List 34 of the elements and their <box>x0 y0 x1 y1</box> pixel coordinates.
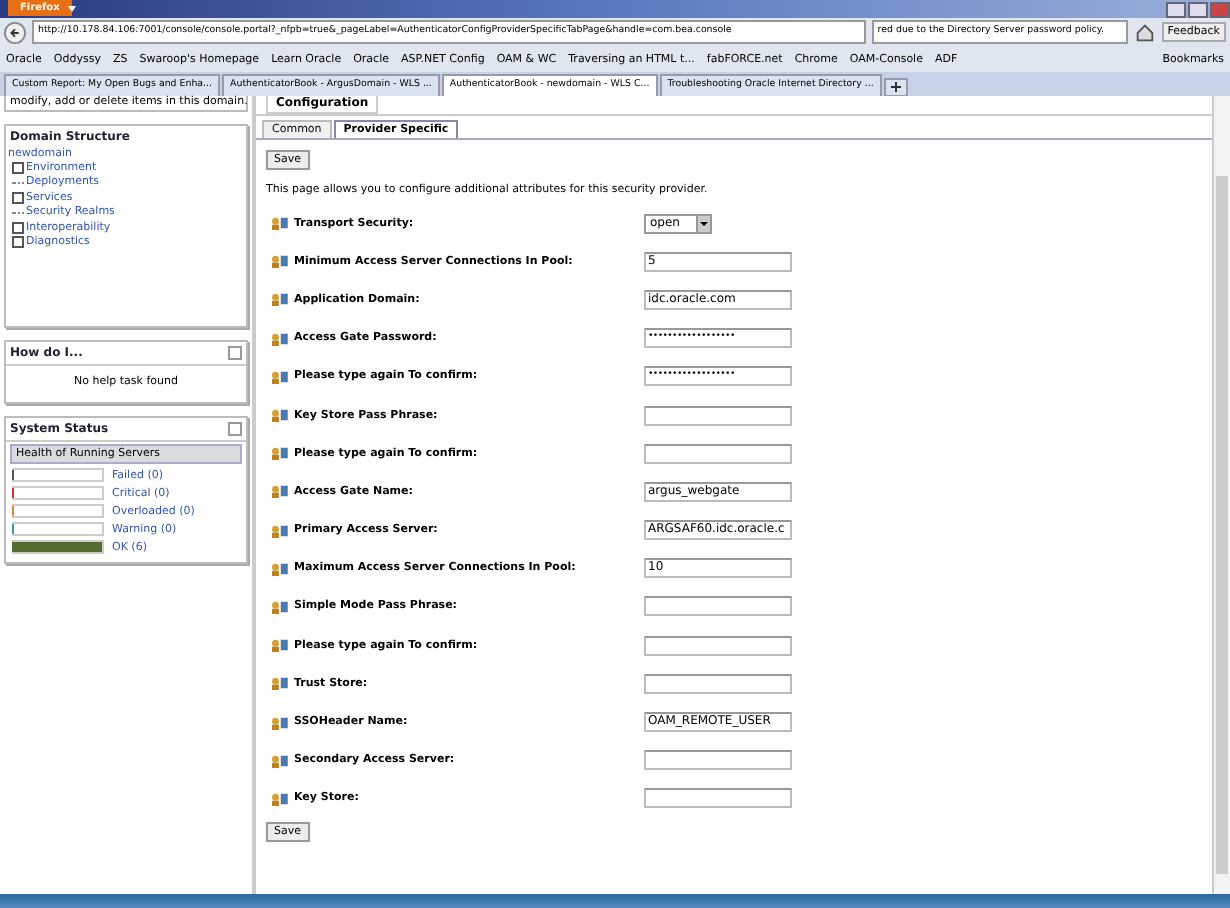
expand-icon[interactable] <box>12 161 24 174</box>
input-field[interactable] <box>644 750 792 771</box>
status-bar <box>12 540 104 554</box>
collapse-icon[interactable] <box>228 346 242 360</box>
input-field[interactable] <box>644 596 792 617</box>
people-icon <box>270 292 288 307</box>
people-icon <box>270 561 288 576</box>
expand-icon[interactable] <box>12 191 24 204</box>
new-tab-icon[interactable] <box>883 78 908 96</box>
people-icon <box>270 791 288 806</box>
people-icon <box>270 369 288 384</box>
input-field[interactable] <box>644 405 792 426</box>
people-icon <box>270 676 288 691</box>
people-icon <box>270 484 288 499</box>
input-field[interactable] <box>644 788 792 809</box>
people-icon <box>270 638 288 653</box>
people-icon <box>270 523 288 538</box>
maximize-icon[interactable] <box>1188 2 1208 18</box>
input-field[interactable] <box>644 673 792 694</box>
scrollbar[interactable] <box>1212 96 1230 894</box>
input-field[interactable] <box>644 443 792 464</box>
people-icon <box>270 753 288 768</box>
people-icon <box>270 254 288 269</box>
minimize-icon[interactable] <box>1166 2 1186 18</box>
people-icon <box>270 331 288 346</box>
people-icon <box>270 216 288 231</box>
people-icon <box>270 715 288 730</box>
input-field[interactable] <box>644 635 792 656</box>
collapse-icon[interactable] <box>228 422 242 436</box>
caret-icon <box>68 6 76 12</box>
people-icon <box>270 408 288 423</box>
people-icon <box>270 446 288 461</box>
people-icon <box>270 599 288 614</box>
back-icon[interactable] <box>4 21 26 43</box>
